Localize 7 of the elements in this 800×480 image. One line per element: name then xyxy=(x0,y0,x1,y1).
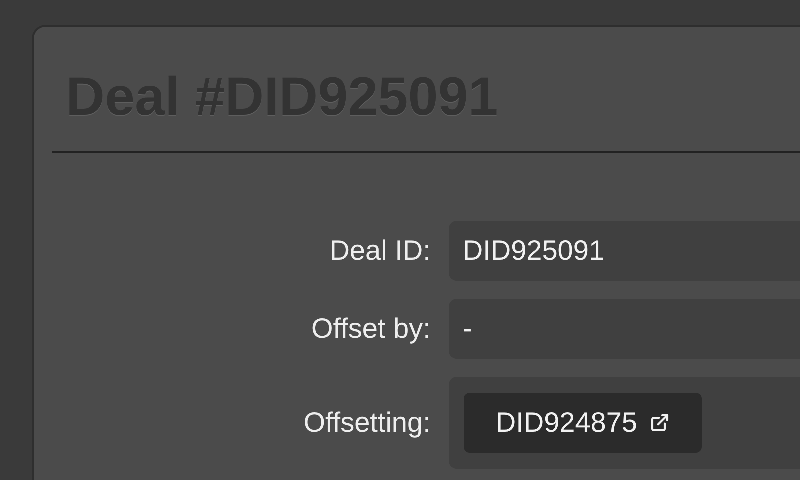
external-link-icon xyxy=(650,413,670,433)
deal-link-button[interactable]: DID924875 xyxy=(464,393,702,453)
field-value: DID925091 xyxy=(448,221,800,281)
field-label: Offset by: xyxy=(310,312,432,346)
field-value: - xyxy=(448,299,800,359)
field-label: Offsetting: xyxy=(302,406,432,440)
field-label: Deal ID: xyxy=(328,234,432,268)
